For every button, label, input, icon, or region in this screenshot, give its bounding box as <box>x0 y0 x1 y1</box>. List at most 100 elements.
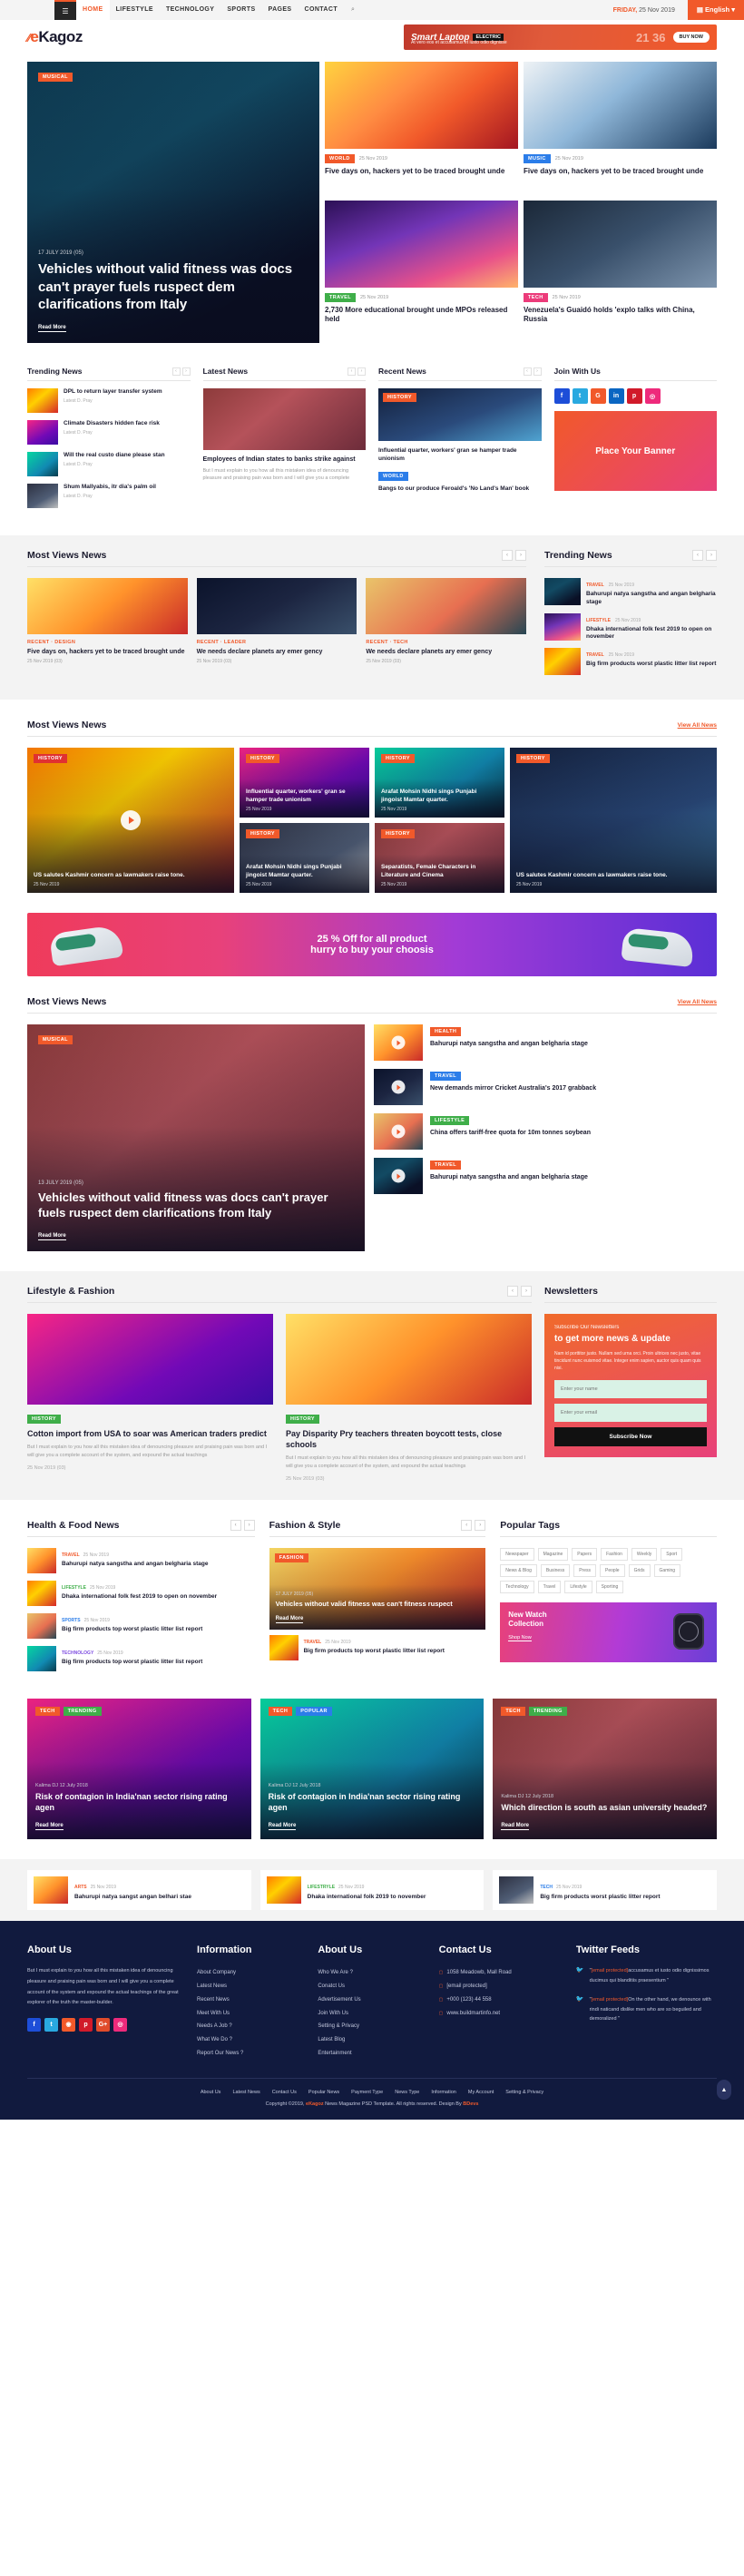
promo-banner[interactable]: 25 % Off for all product hurry to buy you… <box>27 913 717 977</box>
feature-article[interactable]: MUSICAL 13 JULY 2019 (05) Vehicles withou… <box>27 1024 365 1252</box>
tile-category[interactable]: HISTORY <box>246 829 279 839</box>
tag-item[interactable]: Press <box>573 1564 596 1578</box>
tile-category[interactable]: HISTORY <box>246 754 279 764</box>
item-category[interactable]: LIFESTYLE <box>430 1116 470 1126</box>
tile-category[interactable]: HISTORY <box>380 829 415 839</box>
fashion-main-card[interactable]: FASHION 17 JULY 2019 (05) Vehicles withou… <box>269 1548 486 1631</box>
tag-item[interactable]: Sport <box>661 1548 683 1562</box>
footer-link[interactable]: Who We Are ? <box>318 1966 426 1980</box>
list-item[interactable]: TRAVEL Bahurupi natya sangstha and angan … <box>374 1158 717 1195</box>
next-arrow-icon[interactable]: › <box>243 1520 255 1532</box>
hero-article[interactable]: MUSICAL 17 JULY 2019 (05) Vehicles witho… <box>27 62 319 343</box>
tag-item[interactable]: Sporting <box>595 1581 624 1594</box>
footer-link[interactable]: Advertisement Us <box>318 1993 426 2007</box>
list-item[interactable]: SPORTS 25 Nov 2019 Big firm products top w… <box>27 1613 255 1640</box>
prev-arrow-icon[interactable]: ‹ <box>461 1520 473 1532</box>
footer-link[interactable]: What We Do ? <box>197 2033 305 2047</box>
footer-bottom-link[interactable]: My Account <box>468 2090 494 2095</box>
card-tag[interactable]: TECH <box>501 1707 525 1717</box>
footer-bottom-link[interactable]: Setting & Privacy <box>505 2090 543 2095</box>
tag-item[interactable]: Grids <box>628 1564 651 1578</box>
watch-promo[interactable]: New Watch Collection Shop Now <box>500 1602 717 1663</box>
recent-image[interactable]: HISTORY <box>378 388 542 441</box>
footer-bottom-link[interactable]: Contact Us <box>272 2090 297 2095</box>
card-category[interactable]: TECH <box>524 292 548 302</box>
footer-bottom-link[interactable]: Latest News <box>232 2090 259 2095</box>
prev-arrow-icon[interactable]: ‹ <box>171 367 181 376</box>
tag-item[interactable]: Business <box>540 1564 571 1578</box>
footer-link[interactable]: Entertainment <box>318 2047 426 2061</box>
strip-item[interactable]: TECH 25 Nov 2019 Big firm products worst p… <box>493 1870 717 1911</box>
hero-card[interactable]: MUSIC 25 Nov 2019 Five days on, hackers y… <box>524 62 717 195</box>
card-read-more[interactable]: Read More <box>35 1823 64 1831</box>
contact-email[interactable]: [email protected] <box>446 1983 486 1989</box>
nav-item-pages[interactable]: PAGES <box>262 0 299 20</box>
card-tag[interactable]: TECH <box>268 1707 293 1717</box>
list-item[interactable]: TRAVEL 25 Nov 2019 Big firm products worst… <box>544 648 717 676</box>
prev-arrow-icon[interactable]: ‹ <box>348 367 356 376</box>
next-arrow-icon[interactable]: › <box>515 550 526 561</box>
next-arrow-icon[interactable]: › <box>181 367 191 376</box>
contact-website[interactable]: www.buildmartinfo.net <box>446 2011 500 2016</box>
card-category[interactable]: WORLD <box>325 154 355 163</box>
big-card[interactable]: TECH TRENDING Kalima DJ 12 July 2018 Which… <box>493 1699 717 1840</box>
list-item[interactable]: LIFESTYLE 25 Nov 2019 Dhaka international … <box>544 612 717 642</box>
footer-bottom-link[interactable]: About Us <box>201 2090 221 2095</box>
card-category[interactable]: TRAVEL <box>325 292 356 302</box>
prev-arrow-icon[interactable]: ‹ <box>507 1286 518 1298</box>
card-category[interactable]: HISTORY <box>286 1415 319 1425</box>
footer-bottom-link[interactable]: Popular News <box>308 2090 339 2095</box>
next-arrow-icon[interactable]: › <box>706 550 717 561</box>
twitter-icon[interactable]: t <box>44 2017 58 2032</box>
footer-link[interactable]: Latest News <box>197 1980 305 1993</box>
language-selector[interactable]: ▤ English ▾ <box>687 0 744 20</box>
list-item[interactable]: TRAVEL New demands mirror Cricket Austral… <box>374 1069 717 1106</box>
newsletter-name-input[interactable] <box>554 1380 707 1399</box>
tag-item[interactable]: Travel <box>537 1581 562 1594</box>
play-icon[interactable] <box>391 1035 406 1050</box>
subscribe-button[interactable]: Subscribe Now <box>554 1427 707 1447</box>
google-plus-icon[interactable]: G+ <box>96 2017 110 2032</box>
mosaic-tile[interactable]: HISTORY Separatists, Female Characters in… <box>374 823 504 894</box>
most-views-card[interactable]: RECENT · LEADER We needs declare planets … <box>196 578 357 664</box>
list-item[interactable]: TRAVEL 25 Nov 2019 Big firm products top w… <box>269 1635 486 1661</box>
pinterest-icon[interactable]: p <box>626 388 642 404</box>
hero-card[interactable]: TRAVEL 25 Nov 2019 2,730 More educational… <box>325 200 518 343</box>
card-category[interactable]: HISTORY <box>27 1415 61 1425</box>
pinterest-icon[interactable]: p <box>79 2017 93 2032</box>
mosaic-tile[interactable]: HISTORY Arafat Mohsin Nidhi sings Punjabi… <box>240 823 369 894</box>
footer-link[interactable]: Setting & Privacy <box>318 2020 426 2033</box>
prev-arrow-icon[interactable]: ‹ <box>230 1520 241 1532</box>
card-category[interactable]: MUSIC <box>524 154 551 163</box>
mosaic-tile[interactable]: HISTORY Arafat Mohsin Nidhi sings Punjabi… <box>374 748 504 818</box>
footer-link[interactable]: Latest Blog <box>318 2033 426 2047</box>
list-item[interactable]: Shum Mallyabis, itr dia's palm oil Latest… <box>27 484 191 508</box>
tag-item[interactable]: Magazine <box>537 1548 569 1562</box>
list-item[interactable]: LIFESTYLE China offers tariff-free quota … <box>374 1113 717 1151</box>
play-icon[interactable] <box>391 1169 406 1183</box>
list-item[interactable]: Climate Disasters hidden face risk Latest… <box>27 420 191 445</box>
watch-shop-button[interactable]: Shop Now <box>508 1635 532 1642</box>
next-arrow-icon[interactable]: › <box>357 367 366 376</box>
list-item[interactable]: TRAVEL 25 Nov 2019 Bahurupi natya sangstha… <box>544 578 717 607</box>
facebook-icon[interactable]: f <box>27 2017 41 2032</box>
strip-item[interactable]: LIFESTRYLE 25 Nov 2019 Dhaka international… <box>259 1870 485 1911</box>
mosaic-tile[interactable]: HISTORY Influential quarter, workers' gra… <box>240 748 369 818</box>
footer-bottom-link[interactable]: News Type <box>395 2090 419 2095</box>
search-icon[interactable]: ⌕ <box>344 0 362 20</box>
tag-item[interactable]: Papers <box>572 1548 598 1562</box>
hero-card[interactable]: TECH 25 Nov 2019 Venezuela's Guaidó holds… <box>524 200 717 343</box>
list-item[interactable]: TRAVEL 25 Nov 2019 Bahurupi natya sangstha… <box>27 1548 255 1574</box>
site-logo[interactable]: ⁄⁄eKagoz <box>27 28 83 46</box>
prev-arrow-icon[interactable]: ‹ <box>502 550 513 561</box>
item-category[interactable]: TRAVEL <box>430 1072 461 1082</box>
feature-category[interactable]: MUSICAL <box>38 1035 73 1045</box>
ad-buy-button[interactable]: BUY NOW <box>672 32 710 43</box>
play-icon[interactable] <box>391 1080 406 1094</box>
play-icon[interactable] <box>391 1124 406 1139</box>
nav-item-technology[interactable]: TECHNOLOGY <box>160 0 220 20</box>
nav-item-home[interactable]: HOME <box>76 0 110 20</box>
card-read-more[interactable]: Read More <box>275 1616 304 1624</box>
header-ad-banner[interactable]: Smart Laptop ELECTRIC At vero eos et acc… <box>404 24 717 50</box>
list-item[interactable]: LIFESTYLE 25 Nov 2019 Dhaka international … <box>27 1581 255 1607</box>
